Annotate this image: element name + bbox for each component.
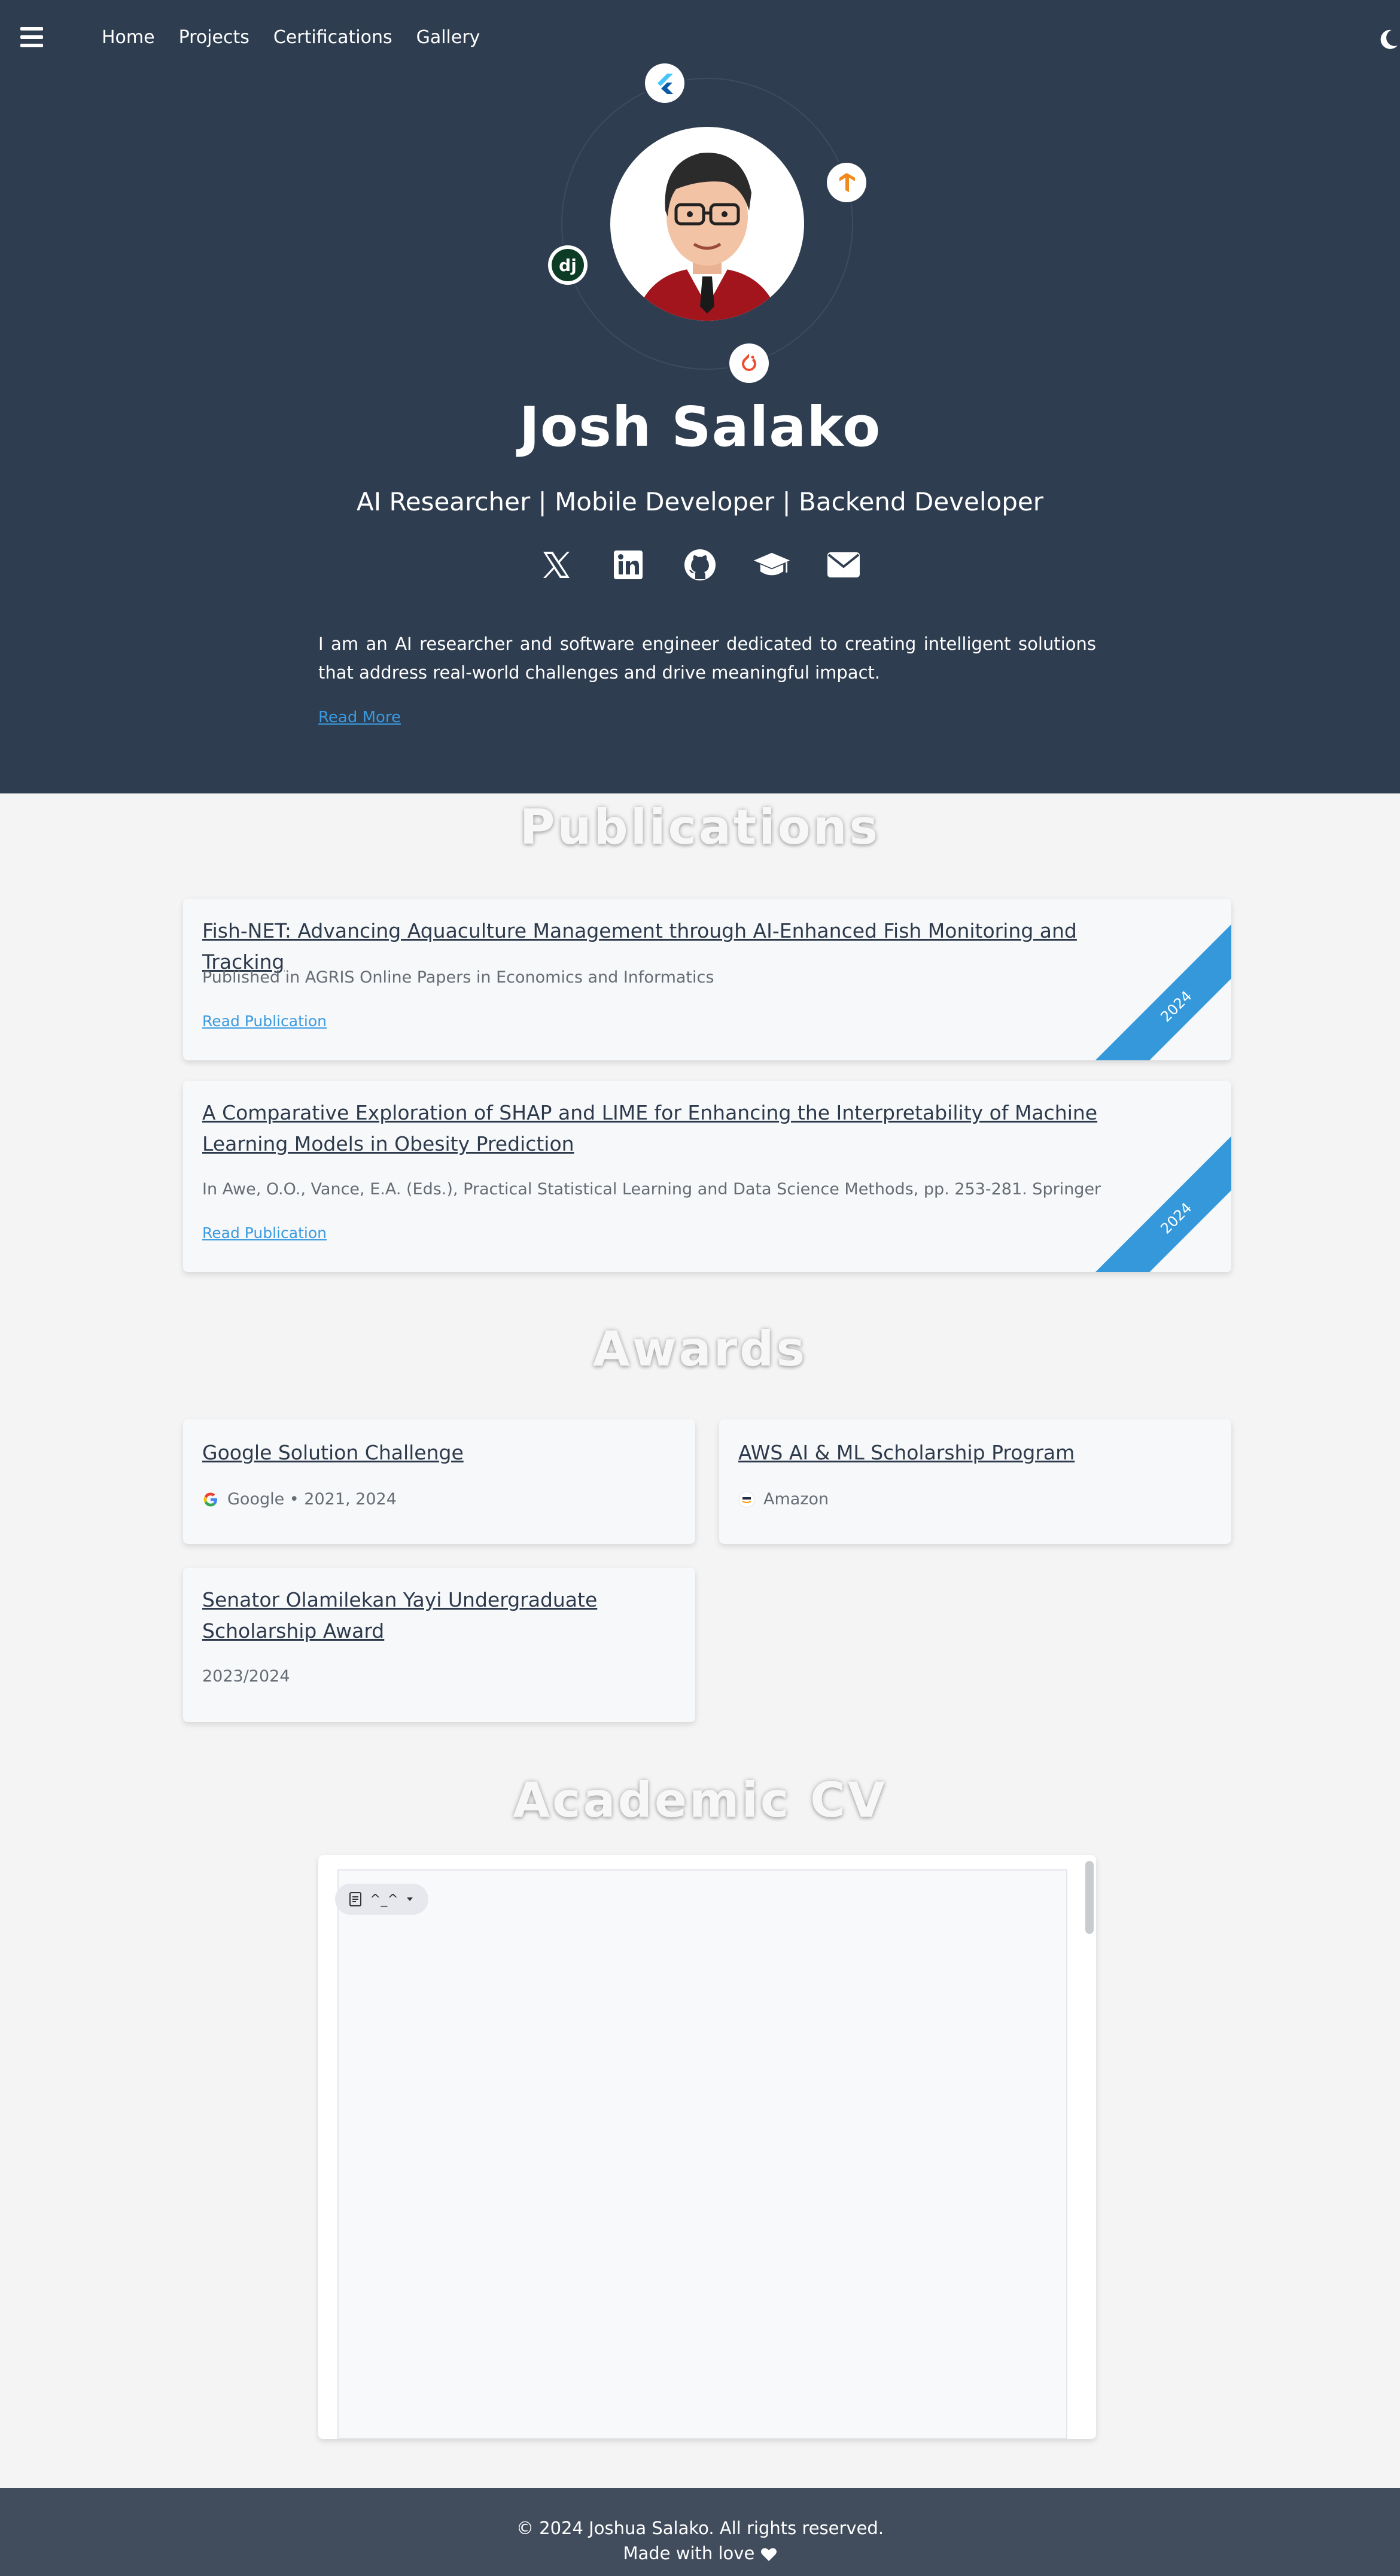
top-nav: Home Projects Certifications Gallery	[18, 24, 1400, 50]
github-icon[interactable]	[681, 546, 719, 584]
hero-header: Home Projects Certifications Gallery dj …	[0, 0, 1400, 793]
nav-certifications-link[interactable]: Certifications	[273, 27, 392, 48]
linkedin-icon[interactable]	[609, 546, 647, 584]
award-meta: 2023/2024	[202, 1667, 290, 1686]
flutter-icon	[645, 63, 684, 103]
django-icon: dj	[548, 245, 588, 285]
graduation-cap-icon[interactable]	[753, 546, 791, 584]
envelope-icon[interactable]	[824, 546, 863, 584]
nav-projects-link[interactable]: Projects	[179, 27, 249, 48]
award-card: Google Solution Challenge Google • 2021,…	[183, 1419, 695, 1544]
award-meta: Amazon	[738, 1490, 829, 1509]
dark-mode-toggle-moon-icon[interactable]	[1376, 28, 1400, 51]
cv-scrollbar[interactable]	[1085, 1861, 1094, 1934]
year-ribbon-label: 2024	[1157, 987, 1195, 1026]
hero-bio: I am an AI researcher and software engin…	[318, 634, 1096, 683]
award-meta-text: Amazon	[763, 1490, 829, 1509]
award-title[interactable]: Senator Olamilekan Yayi Undergraduate Sc…	[202, 1584, 669, 1647]
cv-pill-text: ^_^	[370, 1891, 398, 1907]
read-publication-link[interactable]: Read Publication	[202, 1012, 327, 1030]
publication-venue: In Awe, O.O., Vance, E.A. (Eds.), Practi…	[202, 1180, 1101, 1199]
chevron-down-icon	[406, 1897, 413, 1901]
hero-name: Josh Salako	[519, 395, 881, 459]
hero-roles: AI Researcher | Mobile Developer | Backe…	[356, 487, 1043, 516]
award-card: Senator Olamilekan Yayi Undergraduate Sc…	[183, 1568, 695, 1722]
footer: © 2024 Joshua Salako. All rights reserve…	[0, 2488, 1400, 2576]
footer-copyright: © 2024 Joshua Salako. All rights reserve…	[516, 2518, 884, 2538]
cv-document[interactable]	[337, 1869, 1067, 2439]
aws-icon	[738, 1491, 755, 1507]
publications-title: Publications	[519, 799, 881, 855]
nav-home-link[interactable]: Home	[102, 27, 155, 48]
award-title[interactable]: Google Solution Challenge	[202, 1437, 669, 1468]
heart-icon	[760, 2548, 777, 2561]
awards-title: Awards	[592, 1321, 808, 1377]
publication-title[interactable]: A Comparative Exploration of SHAP and LI…	[202, 1097, 1159, 1160]
cv-toolbar-pill[interactable]: ^_^	[335, 1884, 428, 1915]
nav-gallery-link[interactable]: Gallery	[416, 27, 480, 48]
award-meta-text: 2023/2024	[202, 1667, 290, 1686]
social-links	[0, 546, 1400, 584]
footer-made-with: Made with love	[0, 2543, 1400, 2563]
read-more-link[interactable]: Read More	[318, 708, 401, 726]
publication-venue: Published in AGRIS Online Papers in Econ…	[202, 968, 714, 987]
document-icon	[349, 1892, 361, 1906]
made-with-text: Made with love	[623, 2543, 755, 2563]
cv-viewer: ^_^	[318, 1855, 1096, 2439]
nav-links: Home Projects Certifications Gallery	[102, 27, 480, 48]
award-title[interactable]: AWS AI & ML Scholarship Program	[738, 1437, 1205, 1468]
x-icon[interactable]	[537, 546, 576, 584]
tensorflow-icon	[827, 163, 866, 202]
pytorch-icon	[729, 343, 769, 383]
publication-card: Fish-NET: Advancing Aquaculture Manageme…	[183, 899, 1231, 1060]
hamburger-menu-icon[interactable]	[20, 27, 43, 47]
award-meta-text: Google • 2021, 2024	[227, 1490, 397, 1509]
google-icon	[203, 1492, 217, 1506]
avatar	[610, 127, 804, 321]
award-meta: Google • 2021, 2024	[202, 1490, 397, 1509]
read-publication-link[interactable]: Read Publication	[202, 1224, 327, 1242]
award-card: AWS AI & ML Scholarship Program Amazon	[719, 1419, 1231, 1544]
year-ribbon-label: 2024	[1157, 1199, 1195, 1237]
publication-card: A Comparative Exploration of SHAP and LI…	[183, 1081, 1231, 1272]
academic-cv-title: Academic CV	[513, 1772, 887, 1828]
